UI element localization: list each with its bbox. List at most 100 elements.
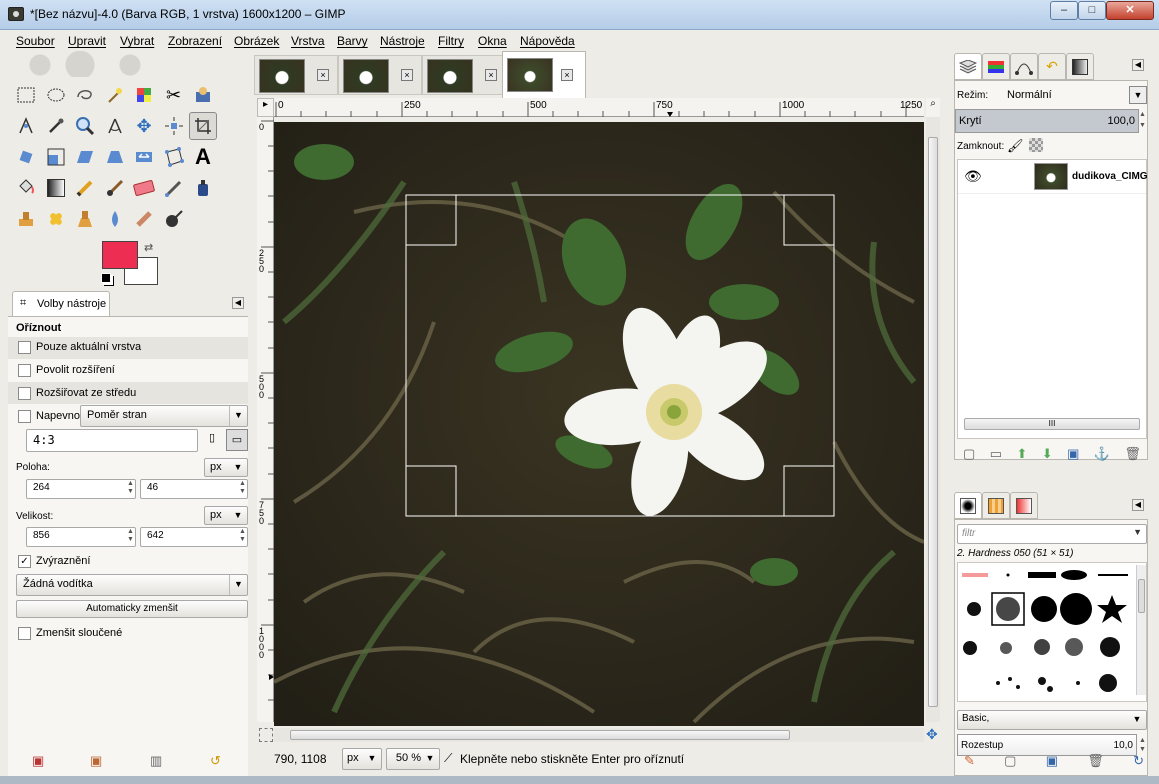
- select-by-color-icon[interactable]: [130, 81, 158, 109]
- tab-brushes[interactable]: [954, 492, 982, 519]
- raise-layer-icon[interactable]: ⬆: [1016, 446, 1027, 462]
- expand-from-center-checkbox[interactable]: [18, 387, 31, 400]
- delete-layer-icon[interactable]: 🗑: [1124, 446, 1141, 462]
- scale-icon[interactable]: [42, 143, 70, 171]
- tab-undo-history[interactable]: ↶: [1038, 53, 1066, 80]
- close-icon[interactable]: ×: [561, 69, 573, 81]
- measure-icon[interactable]: [101, 112, 129, 140]
- vertical-scrollbar[interactable]: [926, 117, 940, 722]
- navigate-icon[interactable]: ✥: [926, 726, 938, 743]
- foreground-color-swatch[interactable]: [102, 241, 138, 269]
- menu-okna[interactable]: Okna: [478, 34, 507, 48]
- image-tab-active[interactable]: ×: [502, 51, 586, 98]
- size-height-field[interactable]: 642: [140, 527, 248, 547]
- vertical-scroll-thumb[interactable]: [928, 137, 938, 707]
- image-tab-3[interactable]: ×: [422, 55, 506, 95]
- new-brush-icon[interactable]: ▢: [1004, 753, 1016, 769]
- flip-icon[interactable]: [130, 143, 158, 171]
- horizontal-scrollbar[interactable]: [274, 728, 924, 742]
- delete-brush-icon[interactable]: 🗑: [1087, 753, 1104, 769]
- image-canvas[interactable]: [274, 122, 924, 726]
- zoom-icon[interactable]: [71, 112, 99, 140]
- size-width-field[interactable]: 856: [26, 527, 136, 547]
- menu-obrazek[interactable]: Obrázek: [234, 34, 279, 48]
- refresh-brushes-icon[interactable]: ↻: [1133, 753, 1144, 769]
- spinner-icon[interactable]: ▲ ▼: [127, 480, 134, 496]
- tab-channels[interactable]: [982, 53, 1010, 80]
- lock-alpha-icon[interactable]: [1029, 138, 1043, 152]
- menu-upravit[interactable]: Upravit: [68, 34, 106, 48]
- close-icon[interactable]: ×: [485, 69, 497, 81]
- size-unit-dropdown[interactable]: px ▼: [204, 506, 248, 525]
- zoom-to-fit-icon[interactable]: ⌕: [926, 98, 940, 117]
- brush-grid-scroll-thumb[interactable]: [1138, 579, 1145, 613]
- spinner-icon[interactable]: ▲ ▼: [239, 528, 246, 544]
- text-icon[interactable]: A: [189, 143, 217, 171]
- portrait-icon[interactable]: ▯: [204, 431, 220, 451]
- tab-paths[interactable]: [1010, 53, 1038, 80]
- bucket-fill-icon[interactable]: [12, 174, 40, 202]
- minimize-button[interactable]: –: [1050, 1, 1078, 20]
- pencil-icon[interactable]: [71, 174, 99, 202]
- airbrush-icon[interactable]: [160, 174, 188, 202]
- free-select-icon[interactable]: [71, 81, 99, 109]
- mode-dropdown[interactable]: Normální ▼: [1001, 85, 1147, 107]
- highlight-checkbox[interactable]: ✓: [18, 555, 31, 568]
- zoom-dropdown[interactable]: 50 % ▼: [386, 748, 440, 770]
- menu-vybrat[interactable]: Vybrat: [120, 34, 154, 48]
- lock-pixels-icon[interactable]: 🖌: [1007, 138, 1024, 154]
- image-tab-1[interactable]: ×: [254, 55, 338, 95]
- new-layer-group-icon[interactable]: ▭: [990, 446, 1002, 462]
- paintbrush-icon[interactable]: [101, 174, 129, 202]
- landscape-icon[interactable]: ▭: [226, 429, 248, 451]
- rotate-icon[interactable]: [12, 143, 40, 171]
- brush-grid-scrollbar[interactable]: [1136, 565, 1146, 695]
- maximize-button[interactable]: □: [1078, 1, 1106, 20]
- eye-icon[interactable]: 👁: [964, 168, 982, 185]
- reset-options-icon[interactable]: ↺: [210, 753, 221, 769]
- tab-patterns[interactable]: [982, 492, 1010, 519]
- only-current-layer-checkbox[interactable]: [18, 341, 31, 354]
- guides-dropdown[interactable]: Žádná vodítka ▼: [16, 574, 248, 596]
- ink-icon[interactable]: [189, 174, 217, 202]
- aspect-ratio-field[interactable]: 4:3: [26, 429, 198, 452]
- menu-napoveda[interactable]: Nápověda: [520, 34, 575, 48]
- duplicate-layer-icon[interactable]: ▣: [1067, 446, 1079, 462]
- restore-options-icon[interactable]: ▣: [90, 753, 102, 769]
- delete-options-icon[interactable]: ▥: [150, 753, 162, 769]
- autoshrink-button[interactable]: Automaticky zmenšit: [16, 600, 248, 618]
- paths-icon[interactable]: [12, 112, 40, 140]
- dodge-burn-icon[interactable]: [160, 205, 188, 233]
- fixed-checkbox[interactable]: [18, 410, 31, 423]
- fuzzy-select-icon[interactable]: [101, 81, 129, 109]
- save-options-icon[interactable]: ▣: [32, 753, 44, 769]
- opacity-slider[interactable]: Krytí 100,0: [955, 109, 1139, 133]
- close-icon[interactable]: ×: [401, 69, 413, 81]
- color-picker-icon[interactable]: [42, 112, 70, 140]
- spinner-icon[interactable]: ▲ ▼: [239, 480, 246, 496]
- eraser-icon[interactable]: [130, 174, 158, 202]
- quick-mask-corner-icon[interactable]: ▸: [257, 98, 274, 117]
- spinner-icon[interactable]: ▲ ▼: [1139, 736, 1146, 754]
- duplicate-brush-icon[interactable]: ▣: [1046, 753, 1058, 769]
- brush-filter-input[interactable]: filtr ▼: [957, 524, 1147, 544]
- tab-tool-options[interactable]: ⌗ Volby nástroje: [12, 291, 110, 316]
- dock-menu-button[interactable]: ◀: [1132, 499, 1144, 511]
- fixed-mode-dropdown[interactable]: Poměr stran ▼: [80, 405, 248, 427]
- tab-images[interactable]: [1066, 53, 1094, 80]
- position-y-field[interactable]: 46: [140, 479, 248, 499]
- smudge-icon[interactable]: [130, 205, 158, 233]
- menu-barvy[interactable]: Barvy: [337, 34, 368, 48]
- new-layer-icon[interactable]: ▢: [963, 446, 975, 462]
- tab-layers[interactable]: [954, 53, 982, 80]
- menu-soubor[interactable]: Soubor: [16, 34, 55, 48]
- spinner-icon[interactable]: ▲ ▼: [127, 528, 134, 544]
- dock-menu-button[interactable]: ◀: [232, 297, 244, 309]
- brush-preset-dropdown[interactable]: Basic, ▼: [957, 710, 1147, 730]
- image-tab-2[interactable]: ×: [338, 55, 422, 95]
- position-x-field[interactable]: 264: [26, 479, 136, 499]
- brush-grid[interactable]: [957, 562, 1147, 702]
- allow-growing-checkbox[interactable]: [18, 364, 31, 377]
- tab-gradients[interactable]: [1010, 492, 1038, 519]
- position-unit-dropdown[interactable]: px ▼: [204, 458, 248, 477]
